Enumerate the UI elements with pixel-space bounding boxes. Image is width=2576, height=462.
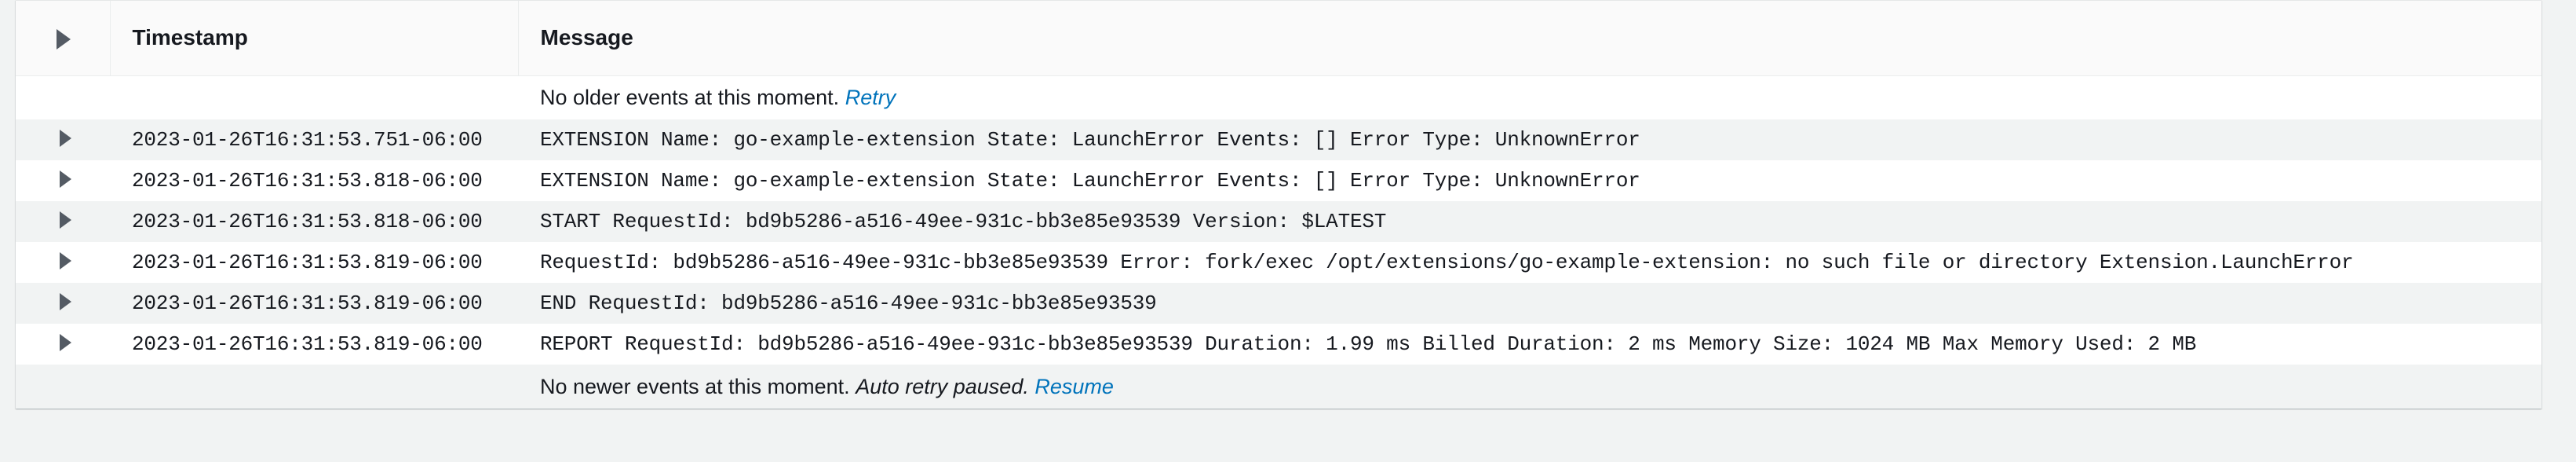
notice-time-spacer — [110, 75, 518, 119]
table-row[interactable]: 2023-01-26T16:31:53.818-06:00 EXTENSION … — [16, 160, 2541, 201]
resume-link[interactable]: Resume — [1034, 375, 1114, 398]
row-message: EXTENSION Name: go-example-extension Sta… — [540, 169, 1640, 192]
row-timestamp: 2023-01-26T16:31:53.819-06:00 — [132, 332, 483, 356]
row-timestamp: 2023-01-26T16:31:53.751-06:00 — [132, 128, 483, 152]
notice-expand-spacer — [16, 365, 110, 409]
row-timestamp: 2023-01-26T16:31:53.818-06:00 — [132, 210, 483, 233]
timestamp-column-label: Timestamp — [132, 25, 248, 50]
row-expand-cell[interactable] — [16, 160, 110, 201]
caret-right-icon[interactable] — [60, 170, 71, 188]
table-row[interactable]: 2023-01-26T16:31:53.819-06:00 REPORT Req… — [16, 324, 2541, 365]
row-expand-cell[interactable] — [16, 324, 110, 365]
row-message: RequestId: bd9b5286-a516-49ee-931c-bb3e8… — [540, 251, 2354, 274]
table-row[interactable]: 2023-01-26T16:31:53.751-06:00 EXTENSION … — [16, 119, 2541, 160]
caret-right-icon[interactable] — [57, 28, 71, 50]
row-message: START RequestId: bd9b5286-a516-49ee-931c… — [540, 210, 1387, 233]
caret-right-icon[interactable] — [60, 129, 71, 147]
message-column-header[interactable]: Message — [517, 1, 2541, 76]
row-message: REPORT RequestId: bd9b5286-a516-49ee-931… — [540, 332, 2197, 356]
auto-retry-paused-text: Auto retry paused. — [856, 374, 1029, 398]
table-body: No older events at this moment. Retry 20… — [16, 75, 2541, 409]
table-row[interactable]: 2023-01-26T16:31:53.819-06:00 RequestId:… — [16, 242, 2541, 283]
log-events-table: Timestamp Message No older events at thi… — [16, 1, 2541, 409]
caret-right-icon[interactable] — [60, 211, 71, 229]
row-expand-cell[interactable] — [16, 242, 110, 283]
no-older-events-row: No older events at this moment. Retry — [16, 75, 2541, 119]
caret-right-icon[interactable] — [60, 333, 71, 351]
row-expand-cell[interactable] — [16, 283, 110, 324]
message-column-label: Message — [540, 25, 633, 50]
row-timestamp: 2023-01-26T16:31:53.819-06:00 — [132, 251, 483, 274]
log-events-panel: Timestamp Message No older events at thi… — [16, 0, 2541, 409]
row-message: EXTENSION Name: go-example-extension Sta… — [540, 128, 1640, 152]
caret-right-icon[interactable] — [60, 251, 71, 270]
notice-time-spacer — [110, 365, 518, 409]
caret-right-icon[interactable] — [60, 292, 71, 310]
table-row[interactable]: 2023-01-26T16:31:53.818-06:00 START Requ… — [16, 201, 2541, 242]
notice-expand-spacer — [16, 75, 110, 119]
row-timestamp: 2023-01-26T16:31:53.818-06:00 — [132, 169, 483, 192]
no-newer-events-cell: No newer events at this moment. Auto ret… — [518, 365, 2541, 409]
header-row: Timestamp Message — [16, 1, 2541, 76]
table-header: Timestamp Message — [16, 1, 2541, 76]
row-expand-cell[interactable] — [16, 119, 110, 160]
row-message: END RequestId: bd9b5286-a516-49ee-931c-b… — [540, 292, 1157, 315]
table-row[interactable]: 2023-01-26T16:31:53.819-06:00 END Reques… — [16, 283, 2541, 324]
no-newer-events-text: No newer events at this moment. — [540, 374, 850, 398]
no-newer-events-row: No newer events at this moment. Auto ret… — [16, 365, 2541, 409]
timestamp-column-header[interactable]: Timestamp — [109, 1, 518, 76]
row-timestamp: 2023-01-26T16:31:53.819-06:00 — [132, 292, 483, 315]
row-expand-cell[interactable] — [16, 201, 110, 242]
expand-all-column-header[interactable] — [16, 1, 110, 76]
no-older-events-text: No older events at this moment. — [540, 85, 840, 109]
retry-link[interactable]: Retry — [845, 86, 896, 109]
no-older-events-cell: No older events at this moment. Retry — [518, 75, 2541, 119]
